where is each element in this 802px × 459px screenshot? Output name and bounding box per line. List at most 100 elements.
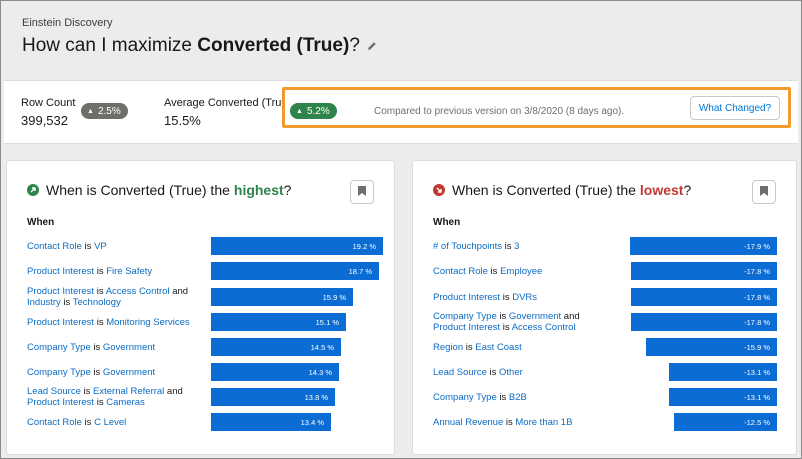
insight-field-link[interactable]: 3 bbox=[514, 241, 519, 252]
insight-field-link[interactable]: B2B bbox=[509, 392, 527, 403]
page-title: How can I maximize Converted (True) ? bbox=[22, 35, 377, 57]
insight-field-link[interactable]: Contact Role bbox=[27, 241, 82, 252]
insight-bar[interactable]: 13.4 % bbox=[211, 413, 331, 431]
insight-field-link[interactable]: # of Touchpoints bbox=[433, 241, 502, 252]
insight-field-link[interactable]: Government bbox=[509, 311, 561, 322]
bookmark-button[interactable] bbox=[350, 180, 374, 204]
insight-field-link[interactable]: Product Interest bbox=[27, 317, 94, 328]
insight-field-link[interactable]: Government bbox=[103, 367, 155, 378]
insight-bar[interactable]: 15.1 % bbox=[211, 313, 346, 331]
insight-bar[interactable]: 19.2 % bbox=[211, 237, 383, 255]
insight-field-link[interactable]: Lead Source bbox=[433, 367, 487, 378]
row-count-change-badge: ▲ 2.5% bbox=[81, 103, 128, 119]
insight-connector-text: is bbox=[496, 311, 509, 322]
insight-bar[interactable]: 14.5 % bbox=[211, 338, 341, 356]
insight-field-link[interactable]: Company Type bbox=[27, 342, 91, 353]
insight-connector-text: and bbox=[169, 286, 191, 297]
insight-bar-value: -17.9 % bbox=[744, 241, 770, 251]
lowest-title-emphasis: lowest bbox=[639, 182, 684, 198]
insight-bar[interactable]: -17.8 % bbox=[631, 313, 777, 331]
insight-field-link[interactable]: Government bbox=[103, 342, 155, 353]
insight-connector-text: is bbox=[503, 416, 516, 428]
bookmark-icon bbox=[358, 183, 366, 201]
avg-value: 15.5% bbox=[164, 113, 201, 128]
insight-field-link[interactable]: Product Interest bbox=[27, 286, 94, 297]
insight-bar-value: 14.5 % bbox=[310, 342, 334, 352]
bookmark-button[interactable] bbox=[752, 180, 776, 204]
insight-bar[interactable]: -12.5 % bbox=[674, 413, 777, 431]
insight-connector-text: is bbox=[60, 297, 73, 308]
insight-row-label: Company Type is Government bbox=[27, 342, 202, 353]
title-prefix: How can I maximize bbox=[22, 35, 198, 56]
title-target: Converted (True) bbox=[197, 35, 350, 56]
insight-row-label: Product Interest is DVRs bbox=[433, 292, 608, 303]
insight-connector-text: and bbox=[164, 386, 183, 397]
insight-bar[interactable]: -15.9 % bbox=[646, 338, 777, 356]
insight-field-link[interactable]: Monitoring Services bbox=[106, 317, 189, 328]
insight-bar-value: -13.1 % bbox=[744, 367, 770, 377]
triangle-up-icon: ▲ bbox=[296, 107, 303, 115]
insight-field-link[interactable]: DVRs bbox=[512, 292, 537, 303]
insight-bar-value: 13.8 % bbox=[304, 392, 328, 402]
insight-field-link[interactable]: Company Type bbox=[27, 367, 91, 378]
insight-field-link[interactable]: Fire Safety bbox=[106, 266, 152, 277]
insight-field-link[interactable]: More than 1B bbox=[515, 417, 572, 428]
insight-field-link[interactable]: Product Interest bbox=[433, 322, 500, 333]
insight-row-label: Contact Role is C Level bbox=[27, 417, 202, 428]
insight-row-label: Company Type is B2B bbox=[433, 392, 608, 403]
insight-field-link[interactable]: Contact Role bbox=[433, 266, 488, 277]
insight-bar[interactable]: 15.9 % bbox=[211, 288, 353, 306]
insight-bar[interactable]: 14.3 % bbox=[211, 363, 339, 381]
when-header: When bbox=[433, 217, 461, 228]
row-count-label: Row Count bbox=[21, 97, 76, 109]
insight-field-link[interactable]: Company Type bbox=[433, 392, 497, 403]
insight-field-link[interactable]: Technology bbox=[73, 297, 121, 308]
insight-bar-value: -17.8 % bbox=[744, 317, 770, 327]
row-count-value: 399,532 bbox=[21, 113, 68, 128]
insight-bar[interactable]: -17.8 % bbox=[631, 288, 777, 306]
insight-connector-text: is bbox=[486, 366, 500, 378]
insight-bar-value: -17.8 % bbox=[744, 292, 770, 302]
insight-row-label: Product Interest is Monitoring Services bbox=[27, 317, 202, 328]
insight-field-link[interactable]: Cameras bbox=[106, 397, 145, 408]
insight-bar-value: 15.1 % bbox=[315, 317, 339, 327]
insight-bar[interactable]: 18.7 % bbox=[211, 262, 379, 280]
insight-field-link[interactable]: Annual Revenue bbox=[433, 417, 503, 428]
version-change-badge: ▲ 5.2% bbox=[290, 103, 337, 119]
what-changed-button[interactable]: What Changed? bbox=[690, 96, 780, 120]
insight-bar[interactable]: -13.1 % bbox=[669, 363, 777, 381]
insight-field-link[interactable]: Other bbox=[499, 367, 523, 378]
insight-bar[interactable]: -13.1 % bbox=[669, 388, 777, 406]
when-header: When bbox=[27, 217, 55, 228]
insight-bar[interactable]: -17.9 % bbox=[630, 237, 777, 255]
insight-field-link[interactable]: Access Control bbox=[512, 322, 576, 333]
insight-field-link[interactable]: Access Control bbox=[106, 286, 170, 297]
insight-field-link[interactable]: Product Interest bbox=[27, 266, 94, 277]
title-suffix: ? bbox=[349, 35, 360, 56]
insight-bar[interactable]: -17.8 % bbox=[631, 262, 777, 280]
highest-card: When is Converted (True) the highest ? W… bbox=[6, 160, 395, 455]
pencil-icon[interactable] bbox=[367, 41, 377, 51]
insight-field-link[interactable]: Region bbox=[433, 342, 463, 353]
insight-connector-text: is bbox=[80, 386, 94, 397]
insight-field-link[interactable]: Product Interest bbox=[433, 292, 500, 303]
insight-field-link[interactable]: Contact Role bbox=[27, 417, 82, 428]
insight-bar-value: 14.3 % bbox=[308, 367, 332, 377]
insight-field-link[interactable]: Lead Source bbox=[27, 386, 81, 397]
insight-field-link[interactable]: Product Interest bbox=[27, 397, 94, 408]
arrow-down-right-icon bbox=[433, 184, 445, 196]
insight-field-link[interactable]: Industry bbox=[27, 297, 61, 308]
insight-field-link[interactable]: Employee bbox=[500, 266, 542, 277]
insight-field-link[interactable]: Company Type bbox=[433, 311, 497, 322]
insight-bar-value: -13.1 % bbox=[744, 392, 770, 402]
insight-connector-text: is bbox=[500, 322, 512, 333]
lowest-card-title: When is Converted (True) the lowest ? bbox=[433, 182, 691, 198]
insight-bar[interactable]: 13.8 % bbox=[211, 388, 335, 406]
insight-field-link[interactable]: VP bbox=[94, 241, 107, 252]
insight-bar-value: -15.9 % bbox=[744, 342, 770, 352]
highest-title-prefix: When is Converted (True) the bbox=[46, 182, 230, 198]
insight-connector-text: is bbox=[487, 265, 501, 277]
insight-field-link[interactable]: C Level bbox=[94, 417, 126, 428]
insight-field-link[interactable]: External Referral bbox=[93, 386, 164, 397]
insight-field-link[interactable]: East Coast bbox=[475, 342, 521, 353]
